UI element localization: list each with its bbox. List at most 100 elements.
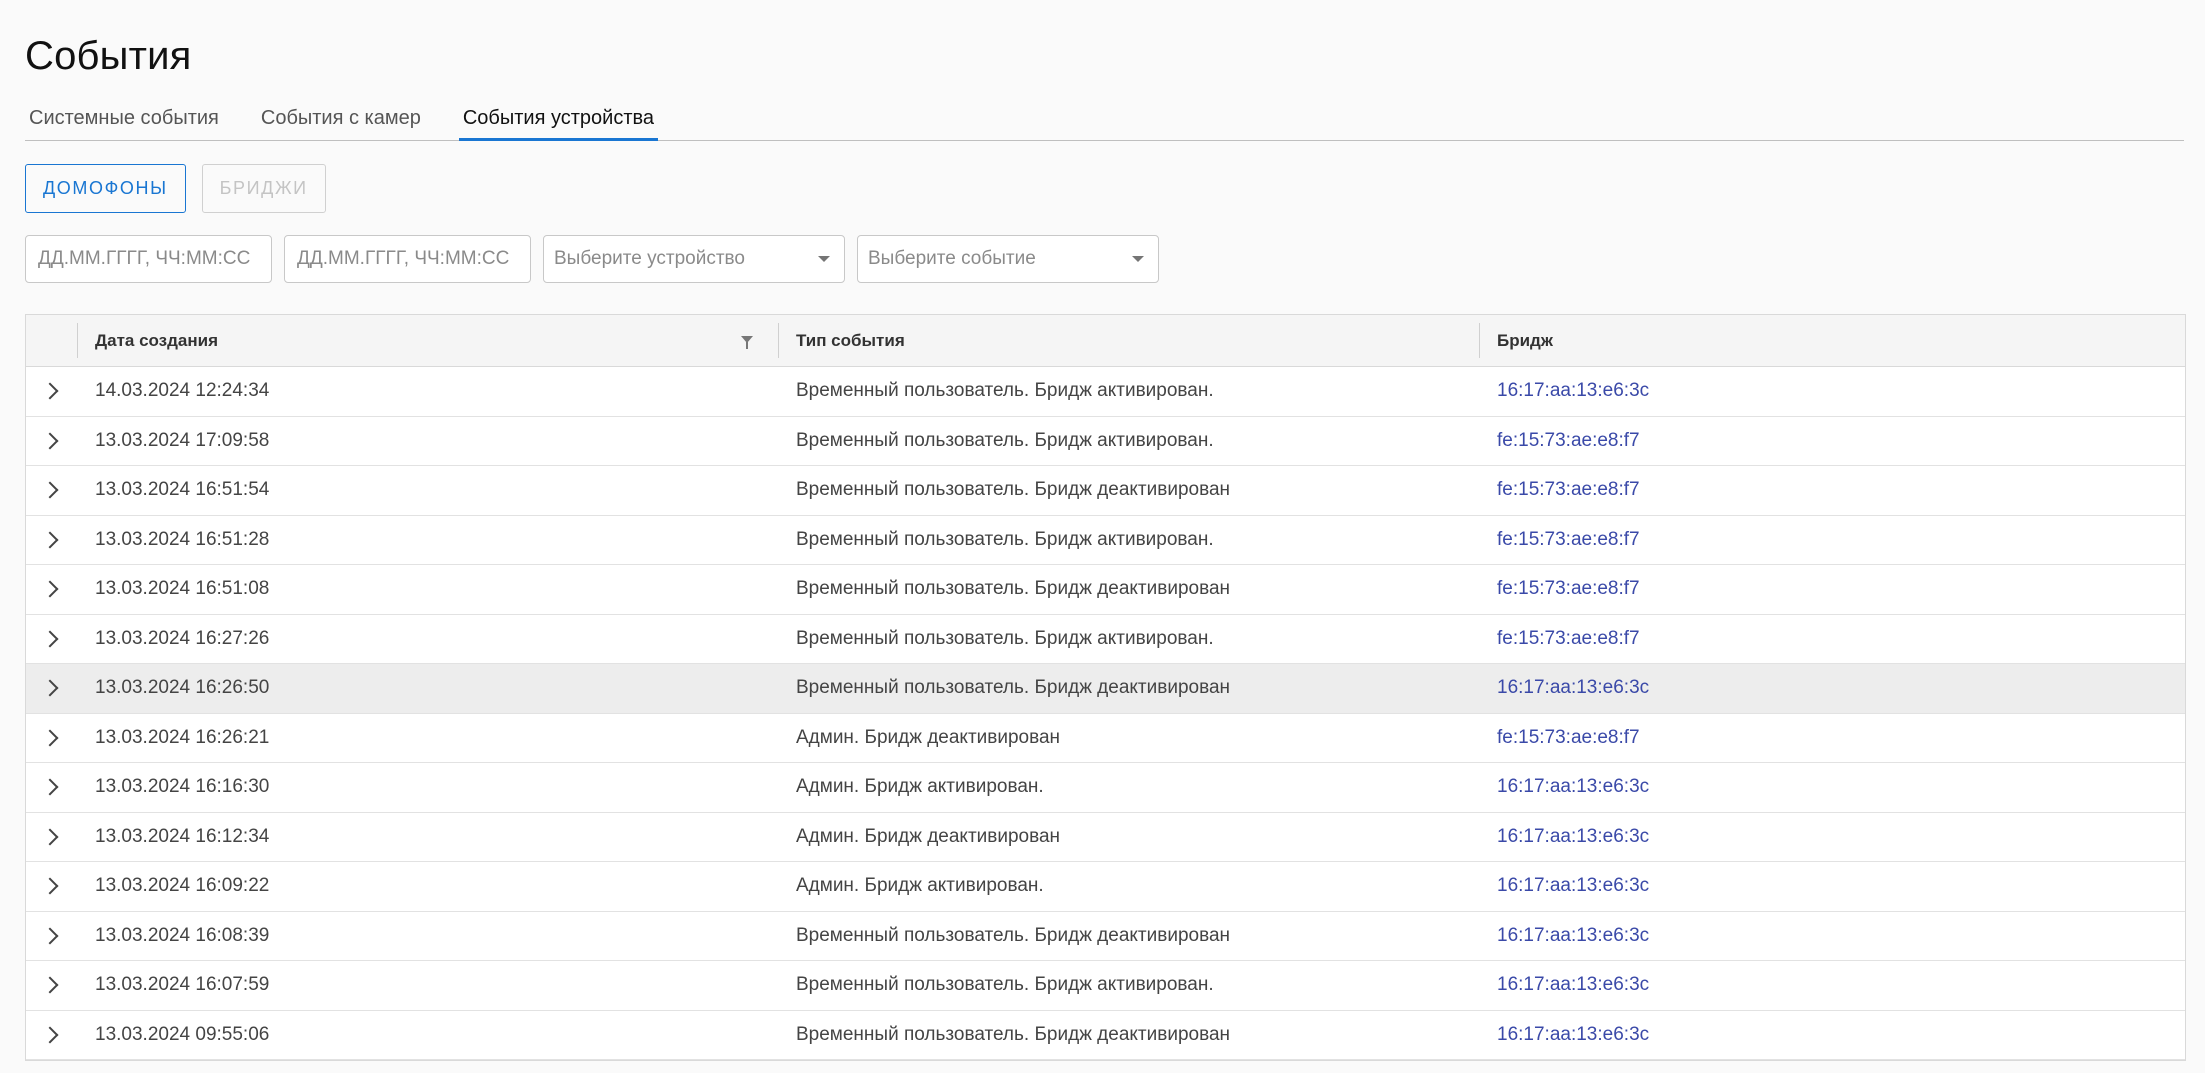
- date-cell: 13.03.2024 16:09:22: [95, 875, 270, 897]
- bridge-link[interactable]: fe:15:73:ae:e8:f7: [1480, 466, 2185, 515]
- type-cell: Временный пользователь. Бридж активирова…: [796, 380, 1214, 402]
- chevron-right-icon[interactable]: [41, 927, 59, 945]
- type-cell: Временный пользователь. Бридж активирова…: [796, 974, 1214, 996]
- date-cell: 14.03.2024 12:24:34: [95, 380, 270, 402]
- table-header: Дата создания Тип события Бридж: [26, 315, 2185, 367]
- bridges-button[interactable]: БРИДЖИ: [201, 164, 326, 213]
- chevron-right-icon[interactable]: [41, 531, 59, 549]
- event-select-placeholder: Выберите событие: [868, 248, 1036, 269]
- table-row[interactable]: 13.03.2024 16:51:28 Временный пользовате…: [26, 516, 2185, 565]
- table-body: 14.03.2024 12:24:34 Временный пользовате…: [26, 367, 2185, 1060]
- type-cell: Админ. Бридж активирован.: [796, 875, 1044, 897]
- bridge-link[interactable]: fe:15:73:ae:e8:f7: [1480, 565, 2185, 614]
- date-from-field: [25, 235, 272, 283]
- table-row[interactable]: 13.03.2024 16:27:26 Временный пользовате…: [26, 615, 2185, 664]
- bridge-column-label: Бридж: [1497, 330, 1553, 350]
- table-row[interactable]: 13.03.2024 16:51:54 Временный пользовате…: [26, 466, 2185, 516]
- chevron-right-icon[interactable]: [41, 778, 59, 796]
- caret-down-icon: [818, 256, 830, 262]
- type-cell: Временный пользователь. Бридж активирова…: [796, 528, 1214, 550]
- bridge-link[interactable]: 16:17:aa:13:e6:3c: [1480, 1011, 2185, 1060]
- table-row[interactable]: 13.03.2024 17:09:58 Временный пользовате…: [26, 417, 2185, 466]
- chevron-right-icon[interactable]: [41, 877, 59, 895]
- intercoms-button[interactable]: ДОМОФОНЫ: [25, 164, 186, 213]
- type-cell: Временный пользователь. Бридж деактивиро…: [796, 1023, 1231, 1045]
- date-cell: 13.03.2024 16:51:28: [95, 528, 270, 550]
- table-row[interactable]: 13.03.2024 16:08:39 Временный пользовате…: [26, 912, 2185, 961]
- expand-cell[interactable]: [26, 417, 78, 466]
- caret-down-icon: [1132, 256, 1144, 262]
- tab-camera-events[interactable]: События с камер: [257, 100, 425, 140]
- type-cell: Админ. Бридж деактивирован: [796, 726, 1061, 748]
- type-cell: Временный пользователь. Бридж деактивиро…: [796, 578, 1231, 600]
- type-cell: Временный пользователь. Бридж деактивиро…: [796, 924, 1231, 946]
- bridge-link[interactable]: fe:15:73:ae:e8:f7: [1480, 417, 2185, 466]
- chevron-right-icon[interactable]: [41, 679, 59, 697]
- bridge-column-header[interactable]: Бридж: [1480, 315, 2185, 366]
- date-cell: 13.03.2024 16:12:34: [95, 825, 270, 847]
- bridge-link[interactable]: 16:17:aa:13:e6:3c: [1480, 763, 2185, 812]
- type-cell: Временный пользователь. Бридж деактивиро…: [796, 479, 1231, 501]
- expand-cell[interactable]: [26, 714, 78, 763]
- expand-cell[interactable]: [26, 862, 78, 911]
- device-select[interactable]: Выберите устройство: [543, 235, 845, 283]
- expand-cell[interactable]: [26, 565, 78, 614]
- type-cell: Временный пользователь. Бридж деактивиро…: [796, 677, 1231, 699]
- table-row[interactable]: 14.03.2024 12:24:34 Временный пользовате…: [26, 367, 2185, 417]
- table-row[interactable]: 13.03.2024 16:07:59 Временный пользовате…: [26, 961, 2185, 1011]
- chevron-right-icon[interactable]: [41, 481, 59, 499]
- expand-cell[interactable]: [26, 912, 78, 961]
- type-column-header[interactable]: Тип события: [779, 315, 1480, 366]
- expand-cell[interactable]: [26, 961, 78, 1010]
- chevron-right-icon[interactable]: [41, 1026, 59, 1044]
- table-row[interactable]: 13.03.2024 16:51:08 Временный пользовате…: [26, 565, 2185, 615]
- bridge-link[interactable]: fe:15:73:ae:e8:f7: [1480, 615, 2185, 664]
- expand-cell[interactable]: [26, 615, 78, 664]
- tab-device-events[interactable]: События устройства: [458, 100, 659, 141]
- chevron-right-icon[interactable]: [41, 828, 59, 846]
- bridge-link[interactable]: fe:15:73:ae:e8:f7: [1480, 516, 2185, 565]
- chevron-right-icon[interactable]: [41, 976, 59, 994]
- date-cell: 13.03.2024 16:51:08: [95, 578, 270, 600]
- date-from-input[interactable]: [36, 247, 261, 271]
- table-row[interactable]: 13.03.2024 16:26:21 Админ. Бридж деактив…: [26, 714, 2185, 763]
- type-cell: Админ. Бридж активирован.: [796, 776, 1044, 798]
- date-column-label: Дата создания: [95, 330, 219, 350]
- chevron-right-icon[interactable]: [41, 580, 59, 598]
- expand-cell[interactable]: [26, 763, 78, 812]
- type-cell: Временный пользователь. Бридж активирова…: [796, 429, 1214, 451]
- type-cell: Временный пользователь. Бридж активирова…: [796, 627, 1214, 649]
- expand-cell[interactable]: [26, 367, 78, 416]
- table-row[interactable]: 13.03.2024 16:26:50 Временный пользовате…: [26, 664, 2185, 714]
- date-to-input[interactable]: [295, 247, 520, 271]
- bridge-link[interactable]: fe:15:73:ae:e8:f7: [1480, 714, 2185, 763]
- expand-cell[interactable]: [26, 1011, 78, 1060]
- device-select-placeholder: Выберите устройство: [554, 248, 745, 269]
- table-row[interactable]: 13.03.2024 09:55:06 Временный пользовате…: [26, 1011, 2185, 1060]
- expand-cell[interactable]: [26, 813, 78, 862]
- chevron-right-icon[interactable]: [41, 729, 59, 747]
- table-row[interactable]: 13.03.2024 16:12:34 Админ. Бридж деактив…: [26, 813, 2185, 862]
- tab-system-events[interactable]: Системные события: [25, 100, 223, 140]
- table-row[interactable]: 13.03.2024 16:09:22 Админ. Бридж активир…: [26, 862, 2185, 912]
- date-cell: 13.03.2024 16:51:54: [95, 479, 270, 501]
- date-cell: 13.03.2024 09:55:06: [95, 1023, 270, 1045]
- expand-cell[interactable]: [26, 664, 78, 713]
- bridge-link[interactable]: 16:17:aa:13:e6:3c: [1480, 367, 2185, 416]
- chevron-right-icon[interactable]: [41, 432, 59, 450]
- chevron-right-icon[interactable]: [41, 382, 59, 400]
- date-column-header[interactable]: Дата создания: [78, 315, 779, 366]
- bridge-link[interactable]: 16:17:aa:13:e6:3c: [1480, 912, 2185, 961]
- bridge-link[interactable]: 16:17:aa:13:e6:3c: [1480, 961, 2185, 1010]
- expand-cell[interactable]: [26, 466, 78, 515]
- date-cell: 13.03.2024 16:07:59: [95, 974, 270, 996]
- expand-cell[interactable]: [26, 516, 78, 565]
- bridge-link[interactable]: 16:17:aa:13:e6:3c: [1480, 862, 2185, 911]
- chevron-right-icon[interactable]: [41, 630, 59, 648]
- event-select[interactable]: Выберите событие: [857, 235, 1159, 283]
- filter-icon[interactable]: [741, 336, 753, 349]
- bridge-link[interactable]: 16:17:aa:13:e6:3c: [1480, 664, 2185, 713]
- table-row[interactable]: 13.03.2024 16:16:30 Админ. Бридж активир…: [26, 763, 2185, 813]
- bridge-link[interactable]: 16:17:aa:13:e6:3c: [1480, 813, 2185, 862]
- date-to-field: [284, 235, 531, 283]
